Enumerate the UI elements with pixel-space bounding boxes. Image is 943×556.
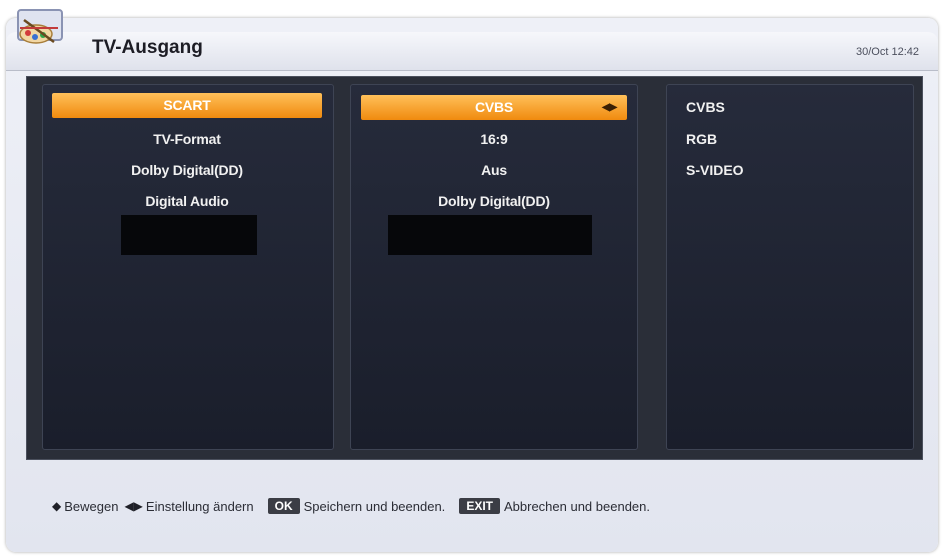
ok-key[interactable]: OK [267, 498, 300, 514]
option-rgb[interactable]: RGB [686, 131, 717, 147]
page-title: TV-Ausgang [92, 37, 203, 58]
value-item-dolby[interactable]: Aus [361, 158, 627, 183]
up-down-arrows-icon: ◆ [52, 499, 62, 513]
cancel-label: Abbrechen und beenden. [503, 498, 650, 514]
help-exit: EXIT Abbrechen und beenden. [451, 498, 650, 514]
exit-key[interactable]: EXIT [459, 498, 500, 514]
menu-item-digital-audio[interactable]: Digital Audio [52, 189, 322, 214]
footer-help-bar: ◆ Bewegen ◀▶ Einstellung ändern OK Speic… [6, 480, 938, 532]
move-label: Bewegen [64, 498, 119, 514]
help-move: ◆ Bewegen [52, 499, 118, 514]
left-right-arrows-icon: ◀▶ [124, 499, 143, 513]
datetime-display: 30/Oct 12:42 [856, 46, 919, 58]
empty-slot-middle [388, 215, 592, 255]
save-label: Speichern und beenden. [303, 498, 446, 514]
option-s-video[interactable]: S-VIDEO [686, 162, 744, 178]
left-right-arrows-icon: ◀▶ [602, 102, 617, 113]
value-item-tv-format[interactable]: 16:9 [361, 127, 627, 152]
value-item-digital-audio[interactable]: Dolby Digital(DD) [361, 189, 627, 214]
menu-item-scart[interactable]: SCART [52, 93, 322, 118]
empty-slot-left [121, 215, 257, 255]
menu-item-dolby-digital[interactable]: Dolby Digital(DD) [52, 158, 322, 183]
help-change: ◀▶ Einstellung ändern [124, 499, 253, 514]
value-item-cvbs[interactable]: CVBS ◀▶ [361, 95, 627, 120]
help-ok: OK Speichern und beenden. [260, 498, 446, 514]
change-label: Einstellung ändern [145, 498, 254, 514]
palette-logo-icon [17, 9, 63, 44]
value-label: CVBS [474, 99, 514, 115]
option-cvbs[interactable]: CVBS [686, 99, 725, 115]
menu-item-tv-format[interactable]: TV-Format [52, 127, 322, 152]
